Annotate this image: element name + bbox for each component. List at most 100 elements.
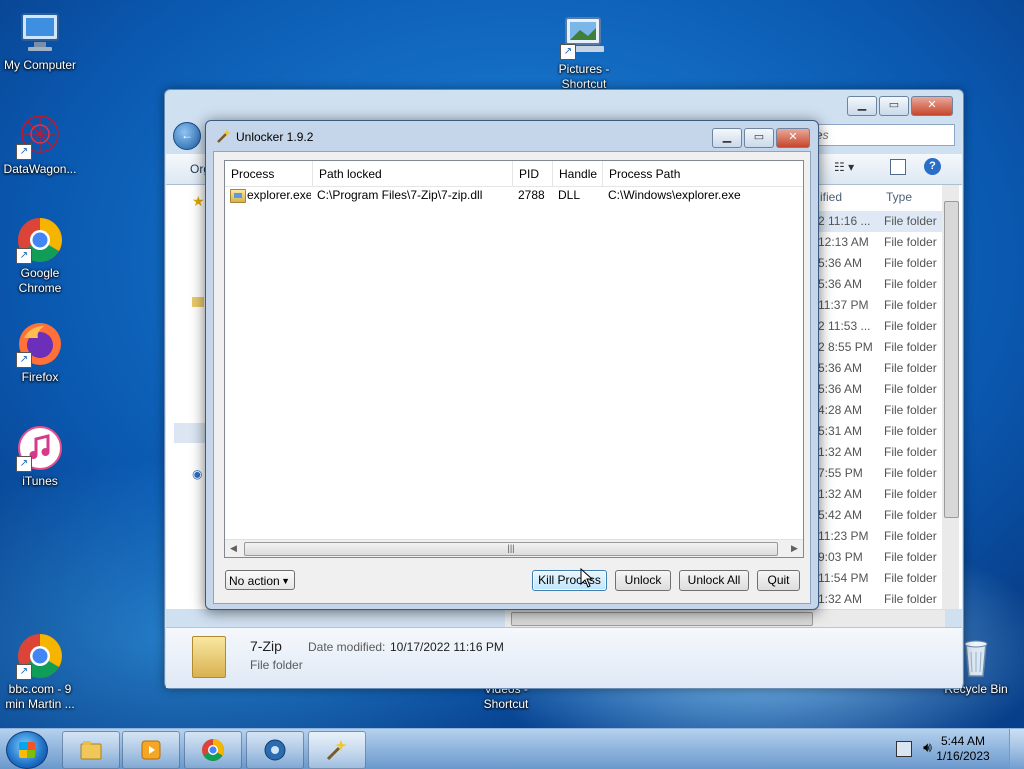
maximize-button[interactable]: ▭ bbox=[879, 96, 909, 116]
shortcut-arrow-icon: ↗ bbox=[16, 248, 32, 264]
scroll-left-arrow-icon[interactable]: ◀ bbox=[225, 540, 242, 557]
unlock-all-button[interactable]: Unlock All bbox=[679, 570, 749, 591]
table-row[interactable]: 5:31 AM File folder bbox=[818, 421, 942, 442]
quit-button[interactable]: Quit bbox=[757, 570, 800, 591]
action-dropdown[interactable]: No action ▼ bbox=[225, 570, 295, 590]
dialog-client-area: Process Path locked PID Handle Process P… bbox=[213, 151, 811, 604]
horizontal-scrollbar[interactable] bbox=[505, 610, 945, 627]
desktop-icon-bbc-shortcut[interactable]: ↗ bbc.com - 9 min Martin ... bbox=[0, 632, 80, 712]
desktop-icon-pictures-shortcut[interactable]: ↗ Pictures - Shortcut bbox=[544, 12, 624, 92]
search-input[interactable]: es ⌕ bbox=[809, 124, 955, 146]
table-row[interactable]: 2 11:16 ... File folder bbox=[818, 211, 942, 232]
column-header-pid[interactable]: PID bbox=[513, 161, 553, 186]
vertical-scrollbar[interactable] bbox=[942, 185, 959, 609]
table-row[interactable]: 2 11:53 ... File folder bbox=[818, 316, 942, 337]
column-header-date-modified[interactable]: ified bbox=[820, 185, 842, 209]
date-modified-cell: 5:36 AM bbox=[818, 382, 863, 396]
table-row[interactable]: 7:55 PM File folder bbox=[818, 463, 942, 484]
list-horizontal-scrollbar[interactable]: ◀ ||| ▶ bbox=[225, 539, 803, 557]
taskbar-chrome-button[interactable] bbox=[184, 731, 242, 769]
column-header-type[interactable]: Type bbox=[886, 185, 912, 209]
help-icon[interactable]: ? bbox=[924, 158, 941, 175]
desktop-icon-google-chrome[interactable]: ↗ Google Chrome bbox=[0, 216, 80, 296]
back-arrow-icon[interactable]: ← bbox=[173, 122, 201, 150]
desktop-icon-my-computer[interactable]: My Computer bbox=[0, 8, 80, 73]
network-icon[interactable]: ◉ bbox=[192, 467, 202, 481]
table-row[interactable]: 4:28 AM File folder bbox=[818, 400, 942, 421]
date-modified-cell: 5:31 AM bbox=[818, 424, 863, 438]
table-row[interactable]: 11:54 PM File folder bbox=[818, 568, 942, 589]
taskbar-clock[interactable]: 5:44 AM 1/16/2023 bbox=[928, 734, 998, 764]
table-row[interactable]: 2 8:55 PM File folder bbox=[818, 337, 942, 358]
computer-nav-item[interactable] bbox=[174, 423, 206, 443]
show-desktop-button[interactable] bbox=[1009, 729, 1024, 769]
cell-handle: DLL bbox=[558, 188, 581, 202]
libraries-icon[interactable] bbox=[192, 297, 204, 307]
type-cell: File folder bbox=[884, 466, 937, 480]
scrollbar-thumb[interactable]: ||| bbox=[244, 542, 778, 556]
locked-handles-list[interactable]: Process Path locked PID Handle Process P… bbox=[224, 160, 804, 558]
table-row[interactable]: 5:36 AM File folder bbox=[818, 274, 942, 295]
preview-pane-icon[interactable] bbox=[890, 159, 906, 175]
date-modified-cell: 11:54 PM bbox=[818, 571, 869, 585]
desktop-icon-datawagon[interactable]: ↗ DataWagon... bbox=[0, 112, 80, 177]
desktop-icon-itunes[interactable]: ↗ iTunes bbox=[0, 424, 80, 489]
dialog-titlebar[interactable]: Unlocker 1.9.2 ▁ ▭ ✕ bbox=[206, 121, 818, 151]
type-cell: File folder bbox=[884, 361, 937, 375]
taskbar-media-player-button[interactable] bbox=[122, 731, 180, 769]
unlock-button[interactable]: Unlock bbox=[615, 570, 671, 591]
scroll-right-arrow-icon[interactable]: ▶ bbox=[786, 540, 803, 557]
kill-process-button[interactable]: Kill Process bbox=[532, 570, 607, 591]
date-modified-cell: 11:23 PM bbox=[818, 529, 869, 543]
table-row[interactable]: 1:32 AM File folder bbox=[818, 442, 942, 463]
table-row[interactable]: 9:03 PM File folder bbox=[818, 547, 942, 568]
search-icon: ⌕ bbox=[816, 127, 823, 141]
taskbar-explorer-button[interactable] bbox=[62, 731, 120, 769]
details-type: File folder bbox=[250, 658, 303, 672]
scrollbar-thumb[interactable] bbox=[944, 201, 959, 518]
favorites-star-icon[interactable]: ★ bbox=[192, 193, 205, 210]
column-header-process-path[interactable]: Process Path bbox=[603, 161, 803, 186]
start-button[interactable] bbox=[6, 731, 48, 769]
shortcut-arrow-icon: ↗ bbox=[560, 44, 576, 60]
table-row[interactable]: 5:36 AM File folder bbox=[818, 379, 942, 400]
close-button[interactable]: ✕ bbox=[776, 128, 810, 148]
firefox-icon: ↗ bbox=[16, 320, 64, 368]
minimize-button[interactable]: ▁ bbox=[847, 96, 877, 116]
navigation-pane: ★ ◉ bbox=[166, 185, 206, 609]
taskbar-settings-button[interactable] bbox=[246, 731, 304, 769]
minimize-button[interactable]: ▁ bbox=[712, 128, 742, 148]
table-row[interactable]: 1:32 AM File folder bbox=[818, 589, 942, 610]
unlocker-dialog[interactable]: Unlocker 1.9.2 ▁ ▭ ✕ Process Path locked… bbox=[205, 120, 819, 610]
desktop-icon-label: Firefox bbox=[21, 370, 59, 384]
date-modified-cell: 5:42 AM bbox=[818, 508, 863, 522]
table-row[interactable]: 1:32 AM File folder bbox=[818, 484, 942, 505]
table-row[interactable]: 12:13 AM File folder bbox=[818, 232, 942, 253]
folder-icon bbox=[192, 636, 226, 678]
table-row[interactable]: 5:42 AM File folder bbox=[818, 505, 942, 526]
table-row[interactable]: 11:23 PM File folder bbox=[818, 526, 942, 547]
column-header-path-locked[interactable]: Path locked bbox=[313, 161, 513, 186]
scrollbar-thumb[interactable] bbox=[511, 612, 813, 626]
clock-time: 5:44 AM bbox=[940, 734, 986, 748]
shortcut-arrow-icon: ↗ bbox=[16, 664, 32, 680]
date-modified-cell: 5:36 AM bbox=[818, 277, 863, 291]
type-cell: File folder bbox=[884, 592, 937, 606]
table-row[interactable]: 5:36 AM File folder bbox=[818, 358, 942, 379]
desktop-icon-firefox[interactable]: ↗ Firefox bbox=[0, 320, 80, 385]
desktop-icon-label: DataWagon... bbox=[3, 162, 77, 176]
column-header-handle[interactable]: Handle bbox=[553, 161, 603, 186]
column-header-process[interactable]: Process bbox=[225, 161, 313, 186]
close-button[interactable]: ✕ bbox=[911, 96, 953, 116]
folder-icon bbox=[80, 741, 102, 760]
table-row[interactable]: 11:37 PM File folder bbox=[818, 295, 942, 316]
taskbar-unlocker-button[interactable] bbox=[308, 731, 366, 769]
maximize-button[interactable]: ▭ bbox=[744, 128, 774, 148]
type-cell: File folder bbox=[884, 256, 937, 270]
date-modified-cell: 2 11:53 ... bbox=[818, 319, 871, 333]
table-row[interactable]: 5:36 AM File folder bbox=[818, 253, 942, 274]
settings-globe-icon bbox=[264, 739, 286, 761]
views-icon[interactable]: ☷ ▾ bbox=[834, 160, 854, 174]
tray-network-icon[interactable] bbox=[896, 741, 912, 757]
media-player-icon bbox=[141, 740, 161, 760]
